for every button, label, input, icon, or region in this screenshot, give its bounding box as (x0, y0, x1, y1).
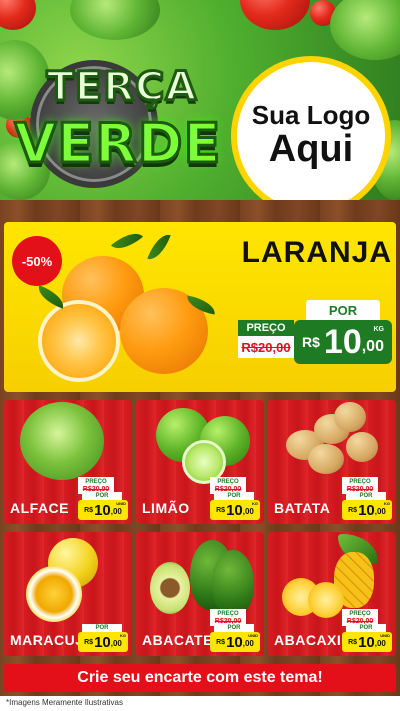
price-integer: 10 (358, 633, 375, 651)
price-tag: R$ 10 ,00 KG (210, 500, 260, 520)
pineapple-slice-image (308, 582, 344, 618)
lettuce-image (20, 402, 104, 480)
price-tag: R$ 10 ,00 KG (78, 632, 128, 652)
preco-label: PREÇO (238, 320, 294, 336)
por-label: POR (306, 300, 380, 320)
por-label: POR (82, 624, 122, 632)
por-label: POR (214, 624, 254, 632)
featured-product-name: LARANJA (241, 236, 392, 269)
currency-symbol: R$ (348, 506, 358, 514)
price-tag: R$ 10 ,00 KG (342, 500, 392, 520)
price-tag: R$ 10 ,00 UNID (210, 632, 260, 652)
product-card-maracuja[interactable]: MARACUJÁ POR R$ 10 ,00 KG (4, 532, 132, 656)
logo-text-line1: Sua Logo (251, 100, 371, 131)
price-unit: UNID (380, 633, 390, 638)
old-price-box: R$20,00 (238, 336, 294, 358)
price-integer: 10 (226, 633, 243, 651)
price-decimal: ,00 (374, 507, 386, 516)
potato-image (308, 444, 344, 474)
title-verde: VERDE (13, 111, 222, 177)
por-label: POR (346, 492, 386, 500)
currency-symbol: R$ (84, 638, 94, 646)
currency-symbol: R$ (216, 638, 226, 646)
por-label: POR (82, 492, 122, 500)
price-unit: KG (120, 633, 126, 638)
price-unit: UNID (116, 501, 126, 506)
price-integer: 10 (226, 501, 243, 519)
lettuce-decoration (330, 0, 400, 60)
price-decimal: ,00 (361, 338, 384, 355)
product-card-alface[interactable]: ALFACE PREÇO R$20,00 POR R$ 10 ,00 UNID (4, 400, 132, 524)
price-integer: 10 (94, 501, 111, 519)
logo-placeholder[interactable]: Sua Logo Aqui (231, 56, 391, 213)
avocado-half-image (150, 562, 190, 614)
price-unit: UNID (248, 633, 258, 638)
price-integer: 10 (358, 501, 375, 519)
currency-symbol: R$ (84, 506, 94, 514)
tomato-decoration (0, 0, 36, 30)
currency-symbol: R$ (348, 638, 358, 646)
disclaimer-text: *Imagens Meramente Ilustrativas (6, 698, 123, 707)
price-decimal: ,00 (374, 639, 386, 648)
price-decimal: ,00 (110, 639, 122, 648)
product-name: LIMÃO (142, 500, 190, 516)
product-name: BATATA (274, 500, 331, 516)
price-decimal: ,00 (242, 507, 254, 516)
price-integer: 10 (94, 633, 111, 651)
tomato-decoration (240, 0, 310, 30)
old-price: R$20,00 (241, 339, 291, 355)
price-tag: R$ 10 ,00 KG (294, 320, 392, 364)
currency-symbol: R$ (302, 334, 320, 350)
price-tag: R$ 10 ,00 UNID (78, 500, 128, 520)
potato-image (334, 402, 366, 432)
product-name: ABACATE (142, 632, 213, 648)
product-card-abacaxi[interactable]: ABACAXI PREÇO R$20,00 POR R$ 10 ,00 UNID (268, 532, 396, 656)
por-label: POR (214, 492, 254, 500)
price-integer: 10 (323, 322, 362, 361)
avocado-image (212, 550, 254, 616)
header-banner: TERÇA VERDE Sua Logo Aqui (0, 0, 400, 213)
passion-fruit-half-image (26, 566, 82, 622)
cta-button[interactable]: Crie seu encarte com este tema! (4, 664, 396, 692)
price-tag: R$ 10 ,00 UNID (342, 632, 392, 652)
por-label: POR (346, 624, 386, 632)
price-decimal: ,00 (110, 507, 122, 516)
price-unit: KG (384, 501, 390, 506)
product-card-limao[interactable]: LIMÃO PREÇO R$20,00 POR R$ 10 ,00 KG (136, 400, 264, 524)
product-card-abacate[interactable]: ABACATE PREÇO R$20,00 POR R$ 10 ,00 UNID (136, 532, 264, 656)
orange-half-image (38, 300, 120, 382)
product-card-batata[interactable]: BATATA PREÇO R$20,00 POR R$ 10 ,00 KG (268, 400, 396, 524)
lettuce-decoration (70, 0, 160, 40)
currency-symbol: R$ (216, 506, 226, 514)
discount-badge: -50% (12, 236, 62, 286)
price-unit: KG (252, 501, 258, 506)
product-name: ALFACE (10, 500, 69, 516)
price-decimal: ,00 (242, 639, 254, 648)
logo-text-line2: Aqui (268, 127, 354, 170)
product-name: ABACAXI (274, 632, 342, 648)
price-unit: KG (373, 326, 385, 333)
title-terca: TERÇA (45, 63, 198, 112)
potato-image (346, 432, 378, 462)
